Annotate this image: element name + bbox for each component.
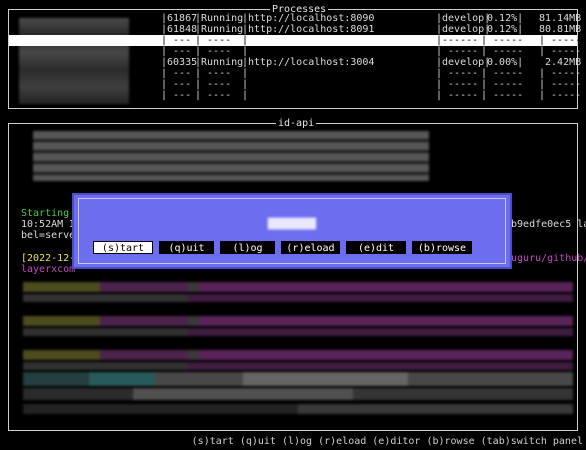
log-blurred-block <box>23 294 573 302</box>
log-blurred-block <box>23 350 573 360</box>
process-status: | ---- <box>195 35 232 46</box>
process-pid: |60335 <box>161 57 198 68</box>
log-blurred-block <box>23 316 573 326</box>
process-pid: |61867 <box>161 13 198 24</box>
process-pid: | --- <box>161 90 192 101</box>
process-url: | <box>242 90 249 101</box>
process-mem: | ----- <box>539 90 582 101</box>
process-status: | ---- <box>195 79 232 90</box>
process-cpu: 0.12%| <box>481 24 524 35</box>
dialog-button-start[interactable]: (s)tart <box>93 241 153 254</box>
process-mem: | ----- <box>539 46 582 57</box>
process-status: |Running <box>195 13 244 24</box>
process-pid: | --- <box>161 79 192 90</box>
process-cpu: | ----- <box>481 68 524 79</box>
process-url: |http://localhost:3004 <box>242 57 375 68</box>
process-branch: | ----- <box>436 79 479 90</box>
log-blurred-block <box>23 328 573 336</box>
log-line-date: [2022-12- <box>21 253 76 264</box>
process-url: | <box>242 79 249 90</box>
process-status: | ---- <box>195 68 232 79</box>
table-row[interactable]: | --- | ---- | | ----- | ----- | ----- <box>9 90 581 101</box>
process-table: |61867 |Running |http://localhost:8090 |dev… <box>9 13 581 107</box>
process-status: |Running <box>195 24 244 35</box>
process-mem: 2.42MB <box>539 57 582 68</box>
table-row[interactable]: |61848 |Running |http://localhost:8091 |dev… <box>9 24 581 35</box>
dialog-button-reload[interactable]: (r)eload <box>281 241 340 254</box>
log-line-bel: bel=serve <box>21 230 76 241</box>
process-cpu: | ----- <box>481 46 524 57</box>
process-pid: |61848 <box>161 24 198 35</box>
process-status: | ---- <box>195 46 232 57</box>
log-blurred-block <box>23 404 573 414</box>
table-row[interactable]: | --- | ---- | | ----- | ----- | ----- <box>9 79 581 90</box>
dialog-frame: ████████ (s)tart (q)uit (l)og (r)eload (e)di… <box>78 198 506 264</box>
process-mem: 80.81MB <box>539 24 582 35</box>
processes-panel[interactable]: Processes |61867 |Running |http://localhos… <box>8 4 581 109</box>
process-url: | <box>242 46 249 57</box>
dialog-button-log[interactable]: (l)og <box>220 241 275 254</box>
process-mem: | ----- <box>539 35 582 46</box>
process-branch: | ----- <box>436 68 479 79</box>
log-blurred-block <box>23 282 573 292</box>
log-line-starting: Starting <box>21 208 70 219</box>
process-mem: | ----- <box>539 68 582 79</box>
process-url: | <box>242 68 249 79</box>
process-pid: | --- <box>161 68 192 79</box>
process-pid: | --- <box>161 35 192 46</box>
status-bar-help: (s)tart (q)uit (l)og (r)eload (e)ditor (… <box>191 436 583 447</box>
process-branch: | ----- <box>436 46 479 57</box>
table-row[interactable]: | --- | ---- | | ----- | ----- | ----- <box>9 46 581 57</box>
process-status: |Running <box>195 57 244 68</box>
dialog-button-browse[interactable]: (b)rowse <box>412 241 472 254</box>
process-cpu: | ----- <box>481 79 524 90</box>
table-row[interactable]: | --- | ---- | | ----- | ----- | ----- <box>9 68 581 79</box>
table-row[interactable]: |60335 |Running |http://localhost:3004 |dev… <box>9 57 581 68</box>
process-status: | ---- <box>195 90 232 101</box>
dialog-button-quit[interactable]: (q)uit <box>159 241 214 254</box>
log-line-time: 10:52AM I <box>21 219 76 230</box>
log-blurred-block <box>23 362 573 370</box>
process-cpu: 0.12%| <box>481 13 524 24</box>
process-cpu: | ----- <box>481 35 524 46</box>
log-line-hash: bb9edfe0ec5 la <box>505 219 586 230</box>
log-blurred-block <box>33 131 429 181</box>
log-line-path: suguru/github/ <box>505 253 586 264</box>
process-pid: | --- <box>161 46 192 57</box>
log-panel-title: id-api <box>276 118 317 129</box>
process-cpu: 0.00%| <box>481 57 524 68</box>
process-branch: |------ <box>436 35 479 46</box>
process-mem: | ----- <box>539 79 582 90</box>
action-dialog[interactable]: ████████ (s)tart (q)uit (l)og (r)eload (e)di… <box>72 193 512 269</box>
log-line-layer: layerxcom <box>21 264 76 275</box>
table-row[interactable]: |61867 |Running |http://localhost:8090 |dev… <box>9 13 581 24</box>
log-blurred-block <box>23 388 573 400</box>
process-url: | <box>242 35 249 46</box>
process-cpu: | ----- <box>481 90 524 101</box>
table-row[interactable]: | --- | ---- | |------ | ----- | ----- <box>9 35 581 46</box>
log-blurred-block <box>23 372 573 386</box>
dialog-title: ████████ <box>267 219 317 230</box>
process-mem: 81.14MB <box>539 13 582 24</box>
process-url: |http://localhost:8091 <box>242 24 375 35</box>
process-branch: | ----- <box>436 90 479 101</box>
process-url: |http://localhost:8090 <box>242 13 375 24</box>
log-panel[interactable]: id-api Starting 10:52AM I bb9edfe0ec5 la… <box>8 118 586 431</box>
dialog-button-edit[interactable]: (e)dit <box>346 241 406 254</box>
